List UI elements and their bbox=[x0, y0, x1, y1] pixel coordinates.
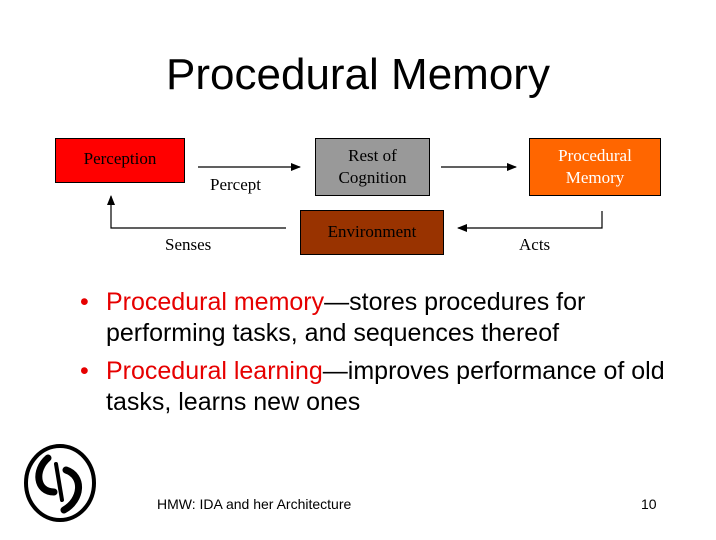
bullet-term: Procedural memory bbox=[106, 288, 325, 316]
bullet-item: • Procedural learning—improves performanc… bbox=[80, 356, 680, 418]
arrow-procedural-to-environment bbox=[457, 211, 603, 232]
diagram-arrows bbox=[107, 163, 603, 232]
environment-box: Environment bbox=[300, 210, 444, 255]
page-number: 10 bbox=[641, 496, 657, 512]
procedural-memory-box: Procedural Memory bbox=[529, 138, 661, 196]
bullet-term: Procedural learning bbox=[106, 357, 323, 385]
senses-label: Senses bbox=[165, 235, 212, 254]
arrow-environment-to-perception bbox=[107, 195, 286, 229]
bullet-list: • Procedural memory—stores procedures for… bbox=[80, 287, 680, 425]
logo-icon bbox=[24, 444, 96, 522]
percept-label: Percept bbox=[210, 175, 261, 194]
footer-text: HMW: IDA and her Architecture bbox=[157, 496, 352, 512]
bullet-item: • Procedural memory—stores procedures for… bbox=[80, 287, 680, 349]
perception-box: Perception bbox=[55, 138, 185, 183]
rest-of-cognition-box: Rest of Cognition bbox=[315, 138, 430, 196]
bullet-dot: • bbox=[80, 288, 89, 316]
acts-label: Acts bbox=[519, 235, 551, 254]
bullet-dot: • bbox=[80, 357, 89, 385]
